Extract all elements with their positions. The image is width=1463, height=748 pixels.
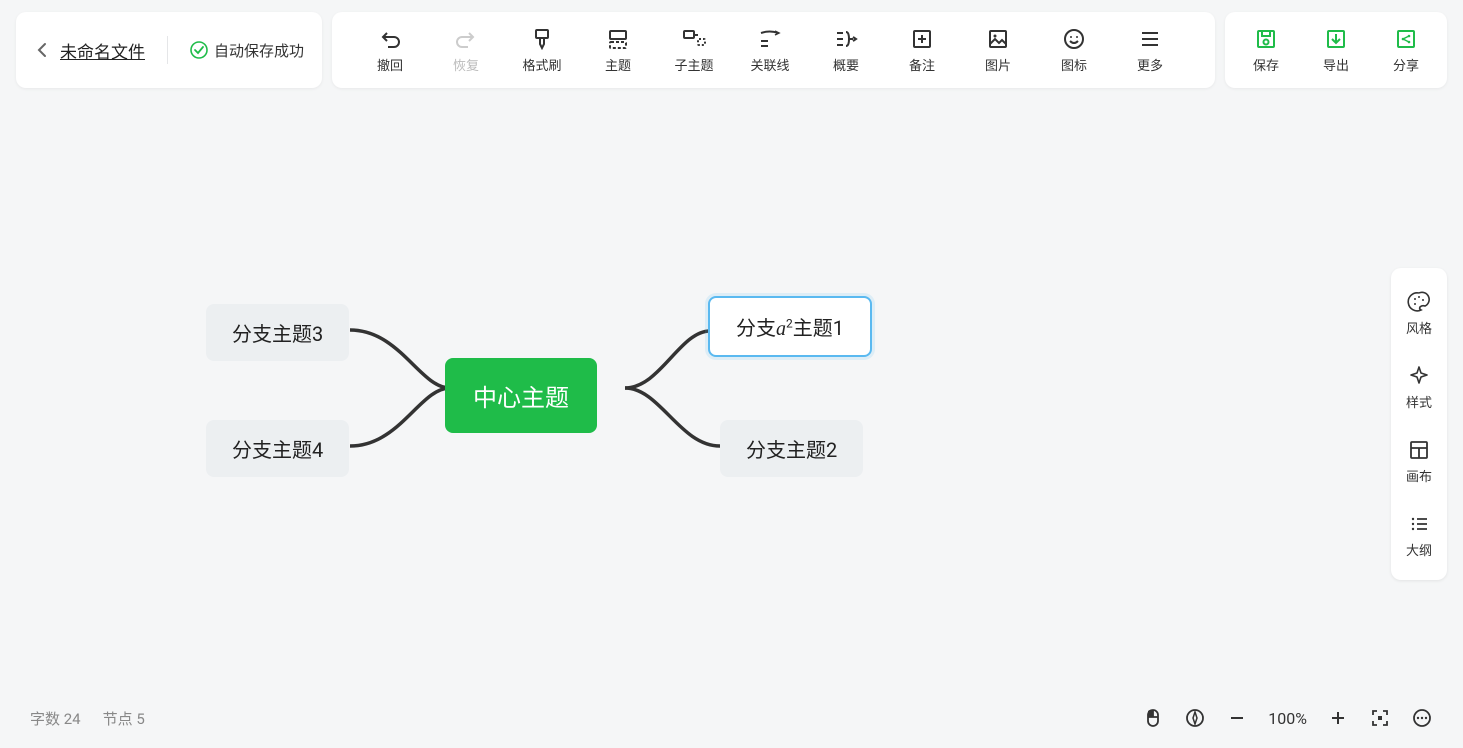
status-left: 字数 24 节点 5	[30, 708, 145, 729]
undo-label: 撤回	[377, 55, 403, 74]
tools-panel: 撤回 恢复 格式刷 主题 子主题 关联线 概要 备注	[332, 12, 1215, 88]
export-button[interactable]: 导出	[1305, 19, 1367, 81]
image-button[interactable]: 图片	[960, 19, 1036, 81]
format-brush-label: 格式刷	[523, 55, 562, 74]
check-circle-icon	[190, 41, 208, 59]
zoom-in-button[interactable]	[1327, 707, 1349, 729]
relation-button[interactable]: 关联线	[732, 19, 808, 81]
file-panel: 未命名文件 自动保存成功	[16, 12, 322, 88]
branch-node-2[interactable]: 分支主题2	[720, 420, 863, 477]
branch-node-4-label: 分支主题4	[232, 434, 323, 463]
share-button[interactable]: 分享	[1375, 19, 1437, 81]
zoom-out-button[interactable]	[1226, 707, 1248, 729]
chevron-left-icon	[34, 42, 50, 58]
side-outline-label: 大纲	[1406, 540, 1432, 559]
autosave-label: 自动保存成功	[214, 40, 304, 61]
format-brush-button[interactable]: 格式刷	[504, 19, 580, 81]
mindmap-canvas[interactable]: 中心主题 分支a2主题1 分支主题2 分支主题3 分支主题4	[0, 0, 1463, 748]
share-icon	[1394, 27, 1418, 51]
topic-label: 主题	[605, 55, 631, 74]
top-toolbar: 未命名文件 自动保存成功 撤回 恢复 格式刷 主题 子主题	[16, 12, 1447, 88]
note-label: 备注	[909, 55, 935, 74]
branch-node-4[interactable]: 分支主题4	[206, 420, 349, 477]
icon-label: 图标	[1061, 55, 1087, 74]
relation-icon	[758, 27, 782, 51]
center-topic-label: 中心主题	[473, 378, 569, 413]
compass-icon[interactable]	[1184, 707, 1206, 729]
branch-node-3[interactable]: 分支主题3	[206, 304, 349, 361]
more-button[interactable]: 更多	[1112, 19, 1188, 81]
subtopic-icon	[682, 27, 706, 51]
branch-node-3-label: 分支主题3	[232, 318, 323, 347]
side-style-theme[interactable]: 风格	[1391, 276, 1447, 350]
redo-icon	[454, 27, 478, 51]
layout-icon	[1407, 438, 1431, 462]
image-label: 图片	[985, 55, 1011, 74]
relation-label: 关联线	[751, 55, 790, 74]
redo-button: 恢复	[428, 19, 504, 81]
note-icon	[910, 27, 934, 51]
export-icon	[1324, 27, 1348, 51]
back-button[interactable]: 未命名文件	[34, 38, 145, 63]
side-style-label: 样式	[1406, 392, 1432, 411]
save-label: 保存	[1253, 55, 1279, 74]
divider	[167, 36, 168, 64]
branch-node-1[interactable]: 分支a2主题1	[708, 296, 872, 357]
brush-icon	[530, 27, 554, 51]
summary-label: 概要	[833, 55, 859, 74]
zoom-value[interactable]: 100%	[1268, 709, 1307, 728]
side-canvas-label: 画布	[1406, 466, 1432, 485]
autosave-status: 自动保存成功	[190, 40, 304, 61]
more-label: 更多	[1137, 55, 1163, 74]
menu-icon	[1138, 27, 1162, 51]
export-label: 导出	[1323, 55, 1349, 74]
actions-panel: 保存 导出 分享	[1225, 12, 1447, 88]
undo-button[interactable]: 撤回	[352, 19, 428, 81]
share-label: 分享	[1393, 55, 1419, 74]
note-button[interactable]: 备注	[884, 19, 960, 81]
side-panel: 风格 样式 画布 大纲	[1391, 268, 1447, 580]
topic-icon	[606, 27, 630, 51]
undo-icon	[378, 27, 402, 51]
side-style[interactable]: 样式	[1391, 350, 1447, 424]
palette-icon	[1407, 290, 1431, 314]
save-button[interactable]: 保存	[1235, 19, 1297, 81]
sparkle-icon	[1407, 364, 1431, 388]
fit-screen-icon[interactable]	[1369, 707, 1391, 729]
status-right: 100%	[1142, 707, 1433, 729]
mouse-mode-icon[interactable]	[1142, 707, 1164, 729]
side-outline[interactable]: 大纲	[1391, 498, 1447, 572]
emoji-icon	[1062, 27, 1086, 51]
status-bar: 字数 24 节点 5 100%	[30, 698, 1433, 738]
list-icon	[1407, 512, 1431, 536]
word-count: 字数 24	[30, 708, 81, 729]
center-topic-node[interactable]: 中心主题	[445, 358, 597, 433]
summary-icon	[834, 27, 858, 51]
side-canvas[interactable]: 画布	[1391, 424, 1447, 498]
save-icon	[1254, 27, 1278, 51]
redo-label: 恢复	[453, 55, 479, 74]
subtopic-button[interactable]: 子主题	[656, 19, 732, 81]
node-count: 节点 5	[103, 708, 145, 729]
summary-button[interactable]: 概要	[808, 19, 884, 81]
more-options-icon[interactable]	[1411, 707, 1433, 729]
subtopic-label: 子主题	[675, 55, 714, 74]
filename-label[interactable]: 未命名文件	[60, 38, 145, 63]
topic-button[interactable]: 主题	[580, 19, 656, 81]
branch-node-1-label: 分支a2主题1	[736, 312, 844, 341]
side-style-theme-label: 风格	[1406, 318, 1432, 337]
image-icon	[986, 27, 1010, 51]
icon-button[interactable]: 图标	[1036, 19, 1112, 81]
branch-node-2-label: 分支主题2	[746, 434, 837, 463]
